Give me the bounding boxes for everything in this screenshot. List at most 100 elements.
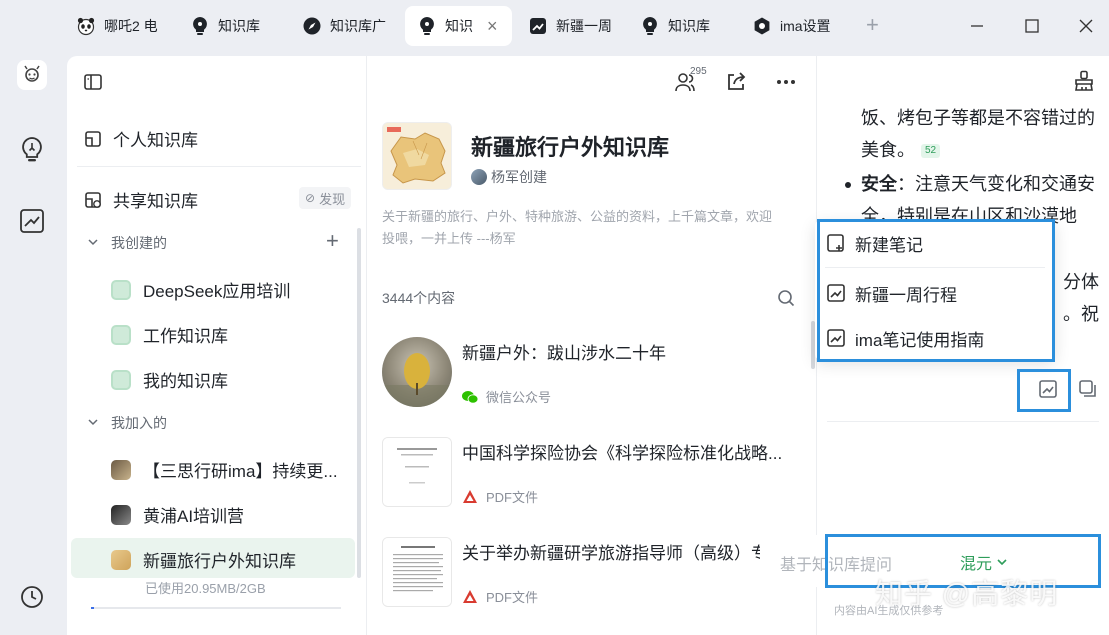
close-icon[interactable]: × [487,16,498,37]
created-group-header[interactable]: 我创建的 [87,233,167,253]
divider [827,421,1099,422]
sidebar-item-sansi[interactable]: 【三思行研ima】持续更... [111,457,351,482]
answer-text-line: 安全：注意天气变化和交通安 [861,168,1095,200]
title-bar: 哪吒2 电 知识库 知识库广 知识 × 新疆一周 知识库 ima设置 + [0,0,1109,52]
tab-ima-settings[interactable]: ima设置 [752,6,852,46]
sidebar-item-huangpu[interactable]: 黄浦AI培训营 [111,502,351,527]
copy-icon[interactable] [1077,378,1099,400]
minimize-icon[interactable] [965,14,989,38]
doc-title: 关于举办新疆研学旅游指导师（高级）专... [462,544,783,563]
personal-kb-item[interactable]: 个人知识库 [83,126,198,151]
doc-title: 新疆户外：跋山涉水二十年 [462,344,666,363]
bulb-icon [640,16,660,36]
search-icon[interactable] [777,289,795,307]
answer-text: 分体 [1063,272,1099,292]
doc-thumbnail [382,337,452,407]
watermark: 知乎 @高黎明 [875,578,1059,609]
window-close-icon[interactable] [1074,14,1098,38]
joined-group-header[interactable]: 我加入的 [87,413,167,433]
creator-avatar [471,169,487,185]
doc-item[interactable]: 关于举办新疆研学旅游指导师（高级）专... PDF文件 [382,537,802,607]
sidebar-scrollbar[interactable] [357,228,361,578]
kb-item-label: 黄浦AI培训营 [143,507,245,526]
new-tab-plus-icon[interactable]: + [866,14,879,36]
doc-source-label: PDF文件 [486,590,539,605]
doc-item[interactable]: 新疆户外：跋山涉水二十年 微信公众号 [382,337,802,407]
kb-detail-panel: 295 新疆旅行户外知识库 杨军创建 关于新疆的旅行、户外、特种旅游、公益的资料… [367,56,817,635]
bullet-dot [845,182,851,188]
maximize-icon[interactable] [1020,14,1044,38]
doc-source: 微信公众号 [462,387,551,406]
answer-text: ：注意天气变化和交通安 [897,174,1095,194]
tab-kb-square[interactable]: 知识库广 [302,6,394,46]
kb-avatar-image [111,504,131,525]
joined-group-label: 我加入的 [111,415,167,431]
shared-kb-item[interactable]: 共享知识库 [83,187,198,212]
knowledge-bulb-icon[interactable] [18,136,46,164]
citation-badge[interactable]: 52 [921,144,941,159]
sidebar-item-work[interactable]: 工作知识库 [111,322,351,347]
history-clock-icon[interactable] [18,583,46,611]
doc-title: 中国科学探险协会《科学探险标准化战略... [462,444,783,463]
chevron-down-icon [87,416,101,431]
compass-icon [302,16,322,36]
tab-nezha[interactable]: 哪吒2 电 [76,6,166,46]
answer-text: 饭、烤包子等都是不容错过的 [861,108,1095,128]
tab-label: 知识库 [218,18,260,34]
sidebar-toggle-icon[interactable] [83,72,103,92]
tab-knowledge-base-2[interactable]: 知识库 [640,6,730,46]
more-icon[interactable] [774,70,798,94]
brush-icon[interactable] [1073,70,1095,92]
answer-bold: 安全 [861,174,897,194]
kb-item-label: 【三思行研ima】持续更... [143,462,338,481]
bulb-icon [190,16,210,36]
highlight-box-menu [817,219,1055,362]
discover-label: 发现 [319,191,346,207]
kb-sidebar: 个人知识库 共享知识库 ⊘ 发现 我创建的 + DeepSeek应用培训 工作知… [67,56,367,635]
kb-book-icon [111,324,131,345]
sidebar-item-xinjiang[interactable]: 新疆旅行户外知识库 [111,547,351,572]
doc-source-label: PDF文件 [486,490,539,505]
highlight-box-note-button [1017,369,1071,412]
doc-source: PDF文件 [462,487,538,506]
share-icon[interactable] [724,70,748,94]
tab-label: 知识 [445,18,473,34]
storage-usage-bar [91,607,341,609]
kb-item-label: DeepSeek应用培训 [143,282,291,301]
tab-label: 新疆一周 [556,18,612,34]
tab-xinjiang-week[interactable]: 新疆一周 [528,6,616,46]
doc-source-label: 微信公众号 [486,390,552,405]
tab-knowledge-base-1[interactable]: 知识库 [190,6,280,46]
tab-knowledge-active[interactable]: 知识 × [405,6,512,46]
storage-usage-fill [91,607,94,609]
storage-usage: 已使用20.95MB/2GB [145,581,266,596]
kb-book-icon [111,369,131,390]
shared-kb-icon [83,190,103,210]
compass-icon: ⊘ [305,191,316,205]
kb-creator[interactable]: 杨军创建 [471,167,547,187]
doc-thumbnail [382,537,452,607]
chevron-down-icon [87,236,101,251]
wechat-icon [462,389,478,405]
discover-button[interactable]: ⊘ 发现 [299,187,352,209]
notes-icon[interactable] [18,207,46,235]
sidebar-item-deepseek[interactable]: DeepSeek应用培训 [111,277,351,302]
doc-source: PDF文件 [462,587,538,606]
kb-title: 新疆旅行户外知识库 [471,135,670,160]
creator-label: 杨军创建 [491,169,547,185]
divider [77,166,361,167]
tab-label: ima设置 [780,18,831,34]
kb-book-icon [111,279,131,300]
doc-thumbnail [382,437,452,507]
app-logo-icon[interactable] [17,60,47,90]
note-icon [528,16,548,36]
kb-item-label: 我的知识库 [143,372,228,391]
created-group-label: 我创建的 [111,235,167,251]
doc-item[interactable]: 中国科学探险协会《科学探险标准化战略... PDF文件 [382,437,802,507]
personal-kb-label: 个人知识库 [113,131,198,150]
add-kb-plus-icon[interactable]: + [326,230,339,252]
gear-icon [752,16,772,36]
answer-text-line: 美食。 52 [861,134,941,166]
sidebar-item-my-kb[interactable]: 我的知识库 [111,367,351,392]
member-count: 295 [690,66,707,77]
